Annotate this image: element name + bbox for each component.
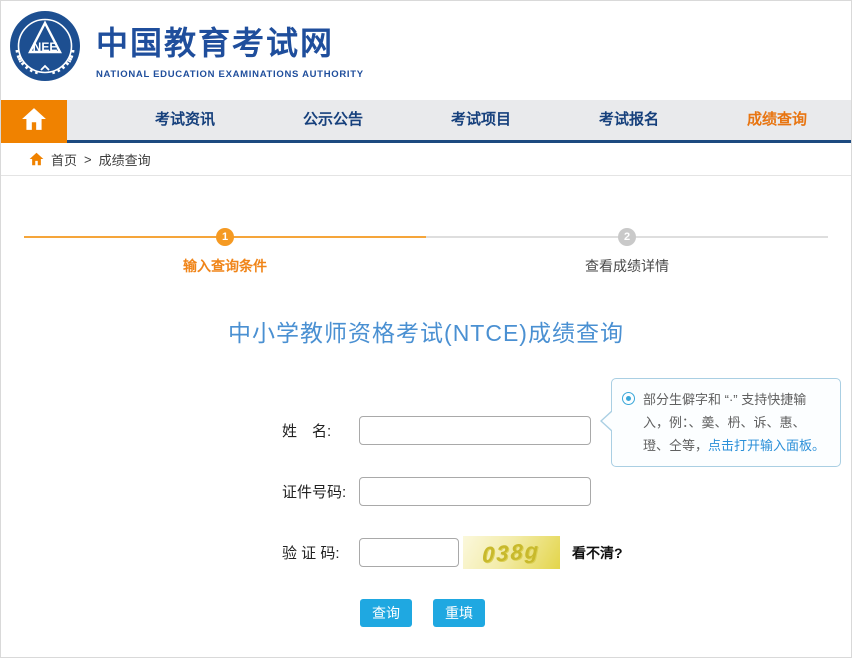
- captcha-row: 验 证 码: 038g 看不清?: [1, 538, 851, 567]
- breadcrumb-current: 成绩查询: [99, 150, 151, 169]
- tooltip-body: 部分生僻字和 “·” 支持快捷输入，例：、羮、枬、诉、惠、璒、仝等，点击打开输入…: [622, 388, 830, 457]
- breadcrumb: 首页 > 成绩查询: [1, 143, 851, 176]
- breadcrumb-home-icon: [29, 152, 44, 166]
- nav-items: 考试资讯 公示公告 考试项目 考试报名 成绩查询: [67, 100, 851, 140]
- page: NEE 中国教育考试网 NATIONAL EDUCATION EXAMINATI…: [0, 0, 852, 658]
- site-header: NEE 中国教育考试网 NATIONAL EDUCATION EXAMINATI…: [1, 1, 851, 100]
- step-2: 2 查看成绩详情: [426, 228, 828, 280]
- id-number-label: 证件号码:: [282, 481, 348, 502]
- open-input-panel-link[interactable]: 点击打开输入面板。: [708, 438, 825, 453]
- query-button[interactable]: 查询: [360, 599, 412, 627]
- button-row: 查询 重填: [1, 599, 851, 627]
- home-icon: [21, 107, 47, 136]
- neea-logo-icon: NEE: [9, 10, 81, 87]
- step-1-circle: 1: [216, 228, 234, 246]
- nav-item-exam-news[interactable]: 考试资讯: [111, 100, 259, 140]
- step-2-label: 查看成绩详情: [426, 256, 828, 276]
- nav-item-public-notice[interactable]: 公示公告: [259, 100, 407, 140]
- name-input[interactable]: [359, 416, 591, 445]
- captcha-image-text: 038g: [482, 537, 540, 568]
- rare-character-tooltip: 部分生僻字和 “·” 支持快捷输入，例：、羮、枬、诉、惠、璒、仝等，点击打开输入…: [611, 378, 841, 467]
- site-title: 中国教育考试网: [96, 18, 364, 64]
- page-title: 中小学教师资格考试(NTCE)成绩查询: [1, 314, 851, 348]
- captcha-label: 验 证 码:: [282, 542, 348, 563]
- nav-underline: [1, 140, 851, 143]
- step-2-circle: 2: [618, 228, 636, 246]
- main-nav: 考试资讯 公示公告 考试项目 考试报名 成绩查询: [1, 100, 851, 143]
- site-subtitle: NATIONAL EDUCATION EXAMINATIONS AUTHORIT…: [96, 69, 364, 80]
- step-1: 1 输入查询条件: [24, 228, 426, 280]
- nav-item-score-query[interactable]: 成绩查询: [703, 100, 851, 140]
- id-number-row: 证件号码:: [1, 477, 851, 506]
- nav-item-exam-programs[interactable]: 考试项目: [407, 100, 555, 140]
- home-button[interactable]: [1, 100, 67, 143]
- breadcrumb-home-link[interactable]: 首页: [51, 150, 77, 169]
- radio-bullet-icon: [622, 392, 635, 405]
- nav-item-exam-registration[interactable]: 考试报名: [555, 100, 703, 140]
- name-label: 姓 名:: [282, 420, 348, 441]
- progress-stepper: 1 输入查询条件 2 查看成绩详情: [24, 228, 828, 280]
- brand-text: 中国教育考试网 NATIONAL EDUCATION EXAMINATIONS …: [96, 18, 364, 80]
- captcha-input[interactable]: [359, 538, 459, 567]
- breadcrumb-separator: >: [84, 152, 92, 167]
- reset-button[interactable]: 重填: [433, 599, 485, 627]
- captcha-refresh-link[interactable]: 看不清?: [572, 543, 623, 563]
- step-1-label: 输入查询条件: [24, 256, 426, 276]
- captcha-image[interactable]: 038g: [463, 536, 560, 569]
- svg-text:NEE: NEE: [33, 40, 58, 54]
- id-number-input[interactable]: [359, 477, 591, 506]
